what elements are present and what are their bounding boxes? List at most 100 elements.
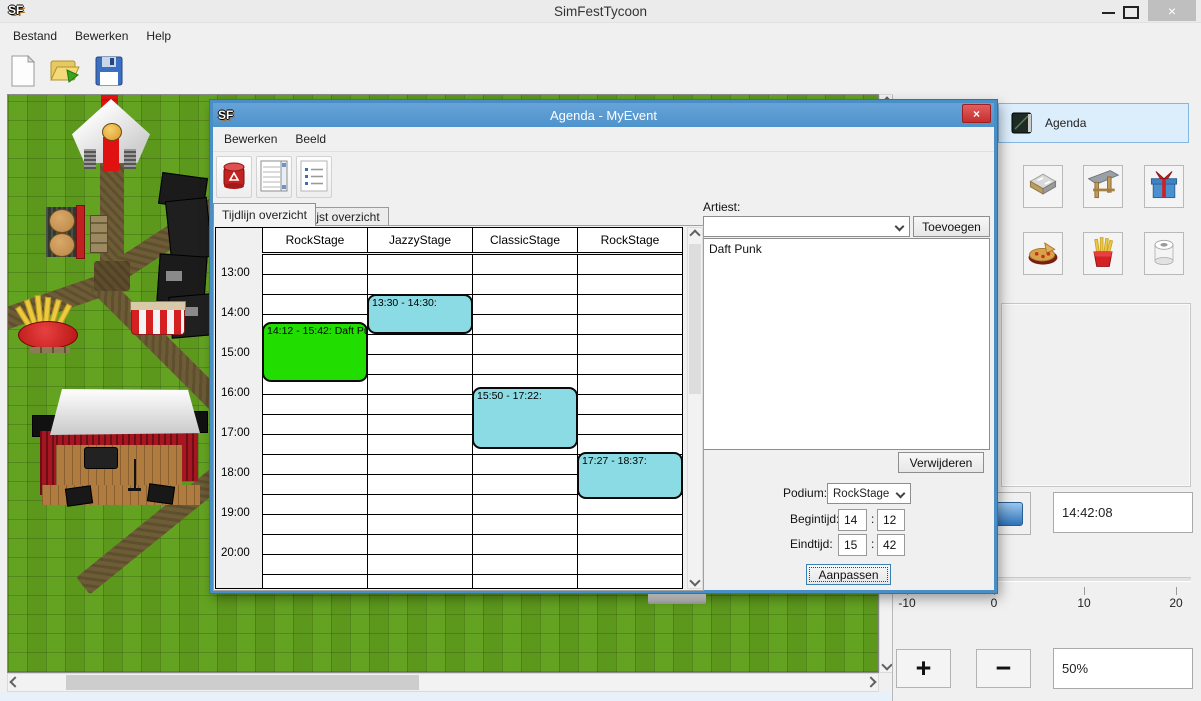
timeline-view-button[interactable] [256, 156, 292, 198]
delete-event-button[interactable] [216, 156, 252, 198]
schedule-event[interactable]: 15:50 - 17:22: [472, 387, 578, 448]
road-tile-icon [1025, 167, 1061, 206]
list-view-button[interactable] [296, 156, 332, 198]
add-artist-button[interactable]: Toevoegen [913, 216, 990, 237]
main-stage[interactable] [32, 389, 208, 509]
scrollbar-thumb[interactable] [66, 675, 419, 690]
save-file-button[interactable] [90, 52, 128, 92]
scroll-down-button[interactable] [688, 574, 702, 588]
schedule-time-label: 18:00 [221, 467, 261, 479]
zoom-in-button[interactable]: + [896, 649, 951, 688]
fries-stand[interactable] [18, 295, 82, 355]
mic-stand [134, 459, 136, 489]
burger-stand[interactable] [46, 203, 108, 261]
open-folder-icon [48, 54, 82, 91]
apply-button[interactable]: Aanpassen [806, 564, 891, 585]
scrollbar-thumb[interactable] [689, 244, 701, 394]
chevron-down-icon [895, 222, 905, 232]
dialog-titlebar[interactable]: SF Agenda - MyEvent × [213, 103, 994, 127]
wood-planks [30, 347, 70, 353]
tent-grill [124, 149, 136, 169]
time-separator: : [871, 512, 874, 526]
agenda-button[interactable]: Agenda [998, 103, 1189, 143]
maximize-button[interactable] [1123, 6, 1139, 19]
menu-bewerken[interactable]: Bewerken [66, 25, 137, 47]
map-path-junction [94, 261, 130, 291]
schedule-column-header: RockStage [262, 228, 367, 252]
speaker-panel [166, 271, 182, 281]
artist-list-item[interactable]: Daft Punk [704, 241, 989, 257]
menu-help[interactable]: Help [137, 25, 180, 47]
game-clock: 14:42:08 [1053, 492, 1193, 533]
begin-hour-input[interactable] [838, 509, 867, 531]
item-button-gift[interactable] [1144, 165, 1184, 208]
schedule-event[interactable]: 17:27 - 18:37: [577, 452, 683, 499]
close-button[interactable]: × [1148, 0, 1196, 21]
schedule-time-label: 14:00 [221, 307, 261, 319]
agenda-dialog: SF Agenda - MyEvent × Bewerken Beeld [210, 100, 997, 593]
toilet-paper-icon [1146, 234, 1182, 273]
schedule-grid: RockStageJazzyStageClassicStageRockStage… [215, 227, 683, 589]
end-minute-input[interactable] [877, 534, 905, 556]
open-file-button[interactable] [46, 52, 84, 92]
time-separator: : [871, 537, 874, 551]
chevron-left-icon [9, 676, 20, 687]
begin-minute-input[interactable] [877, 509, 905, 531]
zoom-out-button[interactable]: − [976, 649, 1031, 688]
schedule-event[interactable]: 13:30 - 14:30: [367, 294, 473, 334]
artist-listbox[interactable]: Daft Punk [703, 238, 990, 450]
trash-icon [220, 160, 248, 195]
main-titlebar[interactable]: SF SimFestTycoon × [0, 0, 1201, 23]
mic-stand-base [128, 488, 141, 491]
scroll-up-button[interactable] [688, 228, 702, 242]
dialog-menu-bewerken[interactable]: Bewerken [215, 128, 286, 150]
end-hour-input[interactable] [838, 534, 867, 556]
map-object-partial[interactable] [648, 593, 706, 604]
item-button-fries[interactable] [1083, 232, 1123, 275]
item-button-stage-structure[interactable] [1083, 165, 1123, 208]
item-button-pizza[interactable] [1023, 232, 1063, 275]
slider-tick-label: -10 [898, 596, 915, 610]
dialog-toolbar [213, 152, 994, 202]
fries-icon [1085, 234, 1121, 273]
map-horizontal-scrollbar[interactable] [7, 673, 879, 692]
minimize-button[interactable] [1102, 12, 1115, 14]
dialog-title: Agenda - MyEvent [213, 108, 994, 123]
schedule-event[interactable]: 14:12 - 15:42: Daft Punk [262, 322, 368, 382]
ticket-stand-body [131, 310, 185, 335]
party-tent[interactable] [72, 99, 150, 173]
artist-label: Artiest: [703, 200, 740, 214]
schedule-time-label: 13:00 [221, 267, 261, 279]
schedule-time-label: 17:00 [221, 427, 261, 439]
chevron-up-icon [689, 229, 700, 240]
agenda-book-icon [1009, 110, 1035, 136]
tent-grill [84, 149, 96, 169]
tent-logo [102, 123, 122, 141]
scroll-left-button[interactable] [8, 675, 22, 689]
schedule-time-label: 16:00 [221, 387, 261, 399]
menu-bestand[interactable]: Bestand [4, 25, 66, 47]
save-floppy-icon [94, 55, 124, 90]
dialog-close-button[interactable]: × [962, 104, 991, 123]
podium-dropdown[interactable]: RockStage [827, 483, 911, 504]
ticket-stand[interactable] [130, 301, 186, 337]
chevron-down-icon [689, 575, 700, 586]
slider-tick-label: 10 [1077, 596, 1090, 610]
schedule-scrollbar[interactable] [687, 227, 703, 589]
tab-tijdlijn-overzicht[interactable]: Tijdlijn overzicht [213, 203, 316, 226]
fries-bowl [18, 321, 78, 349]
schedule-grid-body[interactable]: 14:12 - 15:42: Daft Punk13:30 - 14:30: 15… [262, 254, 682, 588]
schedule-column-header: JazzyStage [367, 228, 472, 252]
artist-dropdown[interactable] [703, 216, 910, 237]
new-file-button[interactable] [4, 52, 42, 92]
schedule-time-label: 19:00 [221, 507, 261, 519]
new-document-icon [8, 54, 38, 91]
item-button-toilet-paper[interactable] [1144, 232, 1184, 275]
scroll-right-button[interactable] [864, 675, 878, 689]
stage-monitor [147, 483, 175, 504]
tent-red-carpet [103, 137, 119, 171]
schedule-time-label: 20:00 [221, 547, 261, 559]
item-button-road[interactable] [1023, 165, 1063, 208]
dialog-menu-beeld[interactable]: Beeld [286, 128, 335, 150]
remove-artist-button[interactable]: Verwijderen [898, 452, 984, 473]
